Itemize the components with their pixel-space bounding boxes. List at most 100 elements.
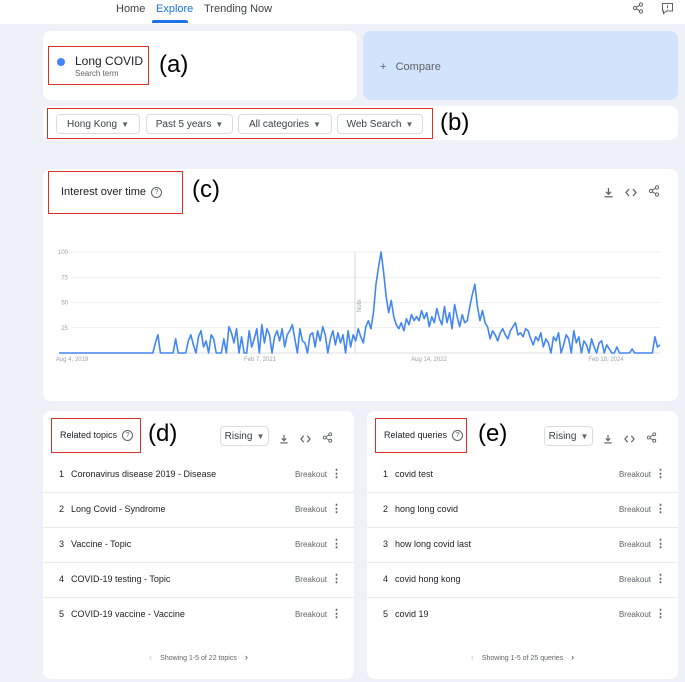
y-tick-label: 25 (61, 326, 68, 332)
download-icon[interactable] (279, 431, 289, 449)
item-rank: 3 (59, 539, 65, 549)
download-icon[interactable] (603, 431, 613, 449)
share-icon[interactable] (646, 430, 657, 448)
item-value: Breakout (618, 540, 651, 549)
term-color-dot (57, 58, 65, 66)
chevron-down-icon: ▼ (215, 120, 224, 129)
x-tick-label: Aug 4, 2019 (56, 357, 89, 363)
list-item[interactable]: 3 Vaccine - Topic Breakout ⋮ (43, 528, 354, 563)
item-rank: 4 (383, 574, 389, 584)
list-item[interactable]: 5 covid 19 Breakout ⋮ (367, 598, 678, 633)
item-rank: 1 (59, 469, 65, 479)
list-item[interactable]: 5 COVID-19 vaccine - Vaccine Breakout ⋮ (43, 598, 354, 633)
related-queries-title: Related queries? (384, 430, 464, 442)
more-options-icon[interactable]: ⋮ (655, 502, 666, 515)
more-options-icon[interactable]: ⋮ (655, 537, 666, 550)
category-dropdown[interactable]: All categories ▼ (238, 114, 332, 134)
item-value: Breakout (294, 610, 327, 619)
share-icon[interactable] (322, 430, 333, 448)
y-tick-label: 100 (58, 250, 69, 256)
item-label[interactable]: covid 19 (395, 609, 429, 619)
more-options-icon[interactable]: ⋮ (331, 572, 342, 585)
list-item[interactable]: 2 hong long covid Breakout ⋮ (367, 493, 678, 528)
item-value: Breakout (618, 470, 651, 479)
list-item[interactable]: 1 Coronavirus disease 2019 - Disease Break… (43, 458, 354, 493)
chevron-down-icon: ▼ (313, 120, 321, 129)
item-rank: 3 (383, 539, 389, 549)
chevron-down-icon: ▼ (121, 120, 129, 129)
nav-explore[interactable]: Explore (156, 3, 193, 15)
time-range-dropdown[interactable]: Past 5 years ▼ (146, 114, 233, 134)
annotation-b: (b) (440, 109, 470, 136)
item-value: Breakout (294, 470, 327, 479)
y-tick-label: 50 (61, 301, 68, 307)
item-label[interactable]: COVID-19 testing - Topic (71, 574, 170, 584)
more-options-icon[interactable]: ⋮ (331, 607, 342, 620)
item-label[interactable]: Long Covid - Syndrome (71, 504, 166, 514)
interest-chart: 100 75 50 25 Note Aug 4, 2019 Feb 7, 2021 Aug 1… (56, 250, 661, 363)
more-options-icon[interactable]: ⋮ (655, 607, 666, 620)
item-label[interactable]: covid test (395, 469, 433, 479)
x-tick-label: Aug 14, 2022 (411, 357, 447, 363)
share-icon[interactable] (632, 2, 644, 17)
item-rank: 2 (59, 504, 65, 514)
more-options-icon[interactable]: ⋮ (331, 467, 342, 480)
list-item[interactable]: 1 covid test Breakout ⋮ (367, 458, 678, 493)
list-item[interactable]: 4 COVID-19 testing - Topic Breakout ⋮ (43, 563, 354, 598)
compare-button[interactable]: + Compare (380, 61, 441, 73)
item-value: Breakout (618, 575, 651, 584)
y-tick-label: 75 (61, 275, 68, 281)
embed-icon[interactable] (300, 431, 311, 449)
nav-home[interactable]: Home (116, 3, 145, 15)
next-page-icon[interactable]: › (245, 652, 248, 662)
chevron-down-icon: ▼ (405, 120, 414, 129)
list-item[interactable]: 2 Long Covid - Syndrome Breakout ⋮ (43, 493, 354, 528)
share-icon[interactable] (648, 184, 660, 202)
more-options-icon[interactable]: ⋮ (655, 572, 666, 585)
item-label[interactable]: hong long covid (395, 504, 458, 514)
queries-filter-dropdown[interactable]: Rising ▼ (544, 426, 593, 446)
annotation-c: (c) (192, 176, 220, 203)
download-icon[interactable] (603, 185, 614, 203)
item-value: Breakout (618, 505, 651, 514)
feedback-icon[interactable] (661, 2, 674, 20)
annotation-a: (a) (159, 51, 189, 78)
topics-filter-dropdown[interactable]: Rising ▼ (220, 426, 269, 446)
embed-icon[interactable] (625, 185, 637, 203)
annotation-e: (e) (478, 420, 508, 447)
help-icon[interactable]: ? (122, 430, 134, 442)
queries-pagination: ‹ Showing 1-5 of 25 queries › (470, 652, 575, 662)
more-options-icon[interactable]: ⋮ (331, 537, 342, 550)
note-label[interactable]: Note (357, 299, 363, 312)
more-options-icon[interactable]: ⋮ (655, 467, 666, 480)
term-name[interactable]: Long COVID (75, 54, 143, 68)
item-rank: 4 (59, 574, 65, 584)
help-icon[interactable]: ? (452, 430, 464, 442)
prev-page-icon[interactable]: ‹ (149, 652, 152, 662)
list-item[interactable]: 3 how long covid last Breakout ⋮ (367, 528, 678, 563)
list-item[interactable]: 4 covid hong kong Breakout ⋮ (367, 563, 678, 598)
nav-explore-underline (152, 20, 188, 23)
search-type-dropdown[interactable]: Web Search ▼ (337, 114, 423, 134)
item-label[interactable]: covid hong kong (395, 574, 461, 584)
region-dropdown[interactable]: Hong Kong ▼ (56, 114, 140, 134)
item-label[interactable]: COVID-19 vaccine - Vaccine (71, 609, 185, 619)
item-value: Breakout (294, 505, 327, 514)
item-rank: 5 (59, 609, 65, 619)
nav-trending[interactable]: Trending Now (204, 3, 272, 15)
item-label[interactable]: how long covid last (395, 539, 471, 549)
more-options-icon[interactable]: ⋮ (331, 502, 342, 515)
item-label[interactable]: Coronavirus disease 2019 - Disease (71, 469, 216, 479)
chevron-down-icon: ▼ (256, 432, 265, 441)
item-label[interactable]: Vaccine - Topic (71, 539, 131, 549)
help-icon[interactable]: ? (150, 186, 162, 198)
related-queries-list: 1 covid test Breakout ⋮ 2 hong long covid Brea… (367, 458, 678, 633)
prev-page-icon[interactable]: ‹ (471, 652, 474, 662)
item-value: Breakout (294, 575, 327, 584)
embed-icon[interactable] (624, 431, 635, 449)
item-rank: 5 (383, 609, 389, 619)
item-rank: 1 (383, 469, 389, 479)
top-nav-bar (0, 0, 685, 24)
interest-title: Interest over time? (61, 186, 162, 198)
next-page-icon[interactable]: › (571, 652, 574, 662)
